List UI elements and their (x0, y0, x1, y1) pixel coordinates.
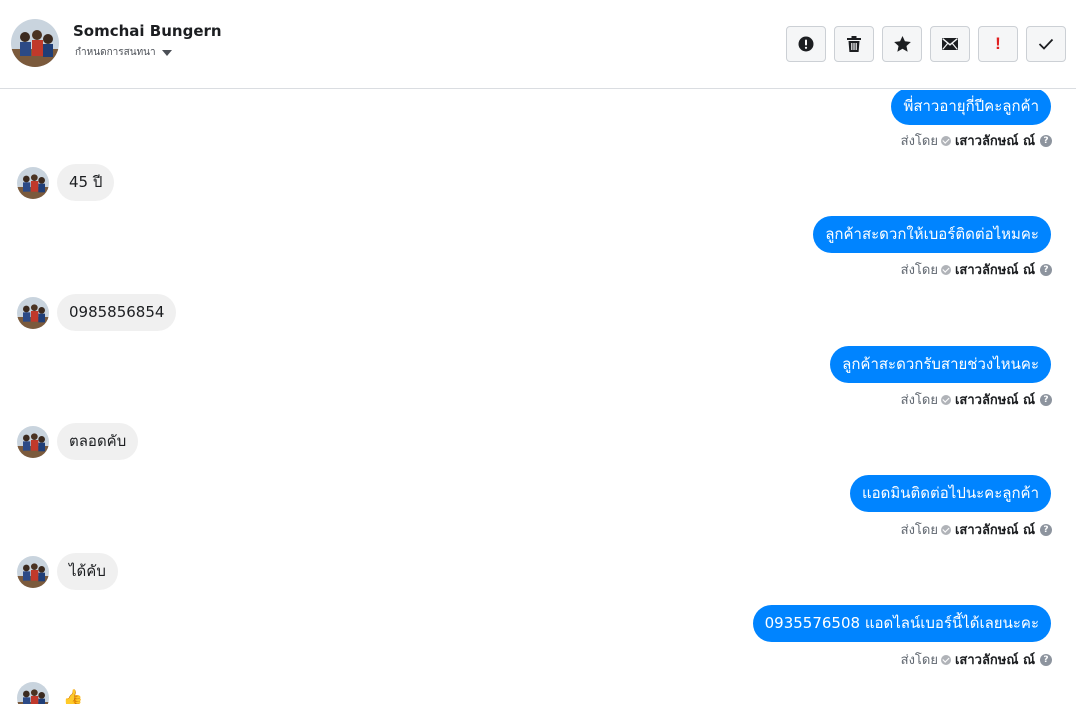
thumbs-up-icon[interactable]: 👍 (63, 688, 83, 704)
message-thread[interactable]: พี่สาวอายุกี่ปีคะลูกค้า ส่งโดย เสาวลักษณ… (0, 90, 1076, 704)
incoming-message[interactable]: 0985856854 (57, 294, 177, 331)
follow-up-button[interactable]: ! (978, 26, 1018, 62)
verified-icon (940, 135, 951, 146)
exclamation-icon: ! (995, 34, 1001, 53)
outgoing-message[interactable]: พี่สาวอายุกี่ปีคะลูกค้า (891, 90, 1051, 125)
contact-avatar[interactable] (17, 296, 49, 329)
incoming-message[interactable]: 45 ปี (57, 164, 115, 201)
mark-done-button[interactable] (1026, 26, 1066, 62)
sent-by-meta: ส่งโดย เสาวลักษณ์ ณ์ ? (901, 389, 1052, 410)
agent-name: เสาวลักษณ์ ณ์ (954, 134, 1035, 149)
sent-by-label: ส่งโดย (900, 523, 938, 538)
star-button[interactable] (882, 26, 922, 62)
incoming-message[interactable]: ได้คับ (57, 553, 118, 590)
conversation-toolbar: ! (786, 26, 1066, 62)
agent-name: เสาวลักษณ์ ณ์ (954, 263, 1035, 278)
help-icon[interactable]: ? (1040, 523, 1052, 536)
conversation-header: Somchai Bungern กำหนดการสนทนา ! (0, 0, 1076, 89)
sent-by-label: ส่งโดย (900, 653, 938, 668)
agent-name: เสาวลักษณ์ ณ์ (954, 653, 1035, 668)
contact-avatar[interactable] (17, 555, 49, 588)
sent-by-meta: ส่งโดย เสาวลักษณ์ ณ์ ? (901, 519, 1052, 540)
help-icon[interactable]: ? (1040, 263, 1052, 276)
sent-by-meta: ส่งโดย เสาวลักษณ์ ณ์ ? (901, 130, 1052, 151)
outgoing-message[interactable]: 0935576508 แอดไลน์เบอร์นี้ได้เลยนะคะ (752, 605, 1051, 642)
help-icon[interactable]: ? (1040, 393, 1052, 406)
mark-unread-button[interactable] (930, 26, 970, 62)
sent-by-label: ส่งโดย (900, 134, 938, 149)
incoming-message-row: 👍 (17, 682, 83, 704)
delete-button[interactable] (834, 26, 874, 62)
contact-avatar[interactable] (17, 166, 49, 199)
contact-avatar[interactable] (11, 19, 59, 67)
contact-avatar[interactable] (17, 682, 49, 704)
outgoing-message[interactable]: แอดมินติดต่อไปนะคะลูกค้า (850, 475, 1051, 512)
assign-conversation-dropdown[interactable]: กำหนดการสนทนา (75, 45, 172, 60)
trash-icon (847, 36, 861, 52)
verified-icon (940, 264, 951, 275)
agent-name: เสาวลักษณ์ ณ์ (954, 523, 1035, 538)
contact-name[interactable]: Somchai Bungern (73, 22, 222, 40)
outgoing-message[interactable]: ลูกค้าสะดวกรับสายช่วงไหนคะ (830, 346, 1051, 383)
sent-by-meta: ส่งโดย เสาวลักษณ์ ณ์ ? (901, 649, 1052, 670)
verified-icon (940, 654, 951, 665)
incoming-message[interactable]: ตลอดคับ (57, 423, 139, 460)
envelope-icon (942, 38, 958, 50)
incoming-message-row: ได้คับ (17, 553, 118, 590)
incoming-message-row: ตลอดคับ (17, 423, 139, 460)
incoming-message-row: 45 ปี (17, 164, 115, 201)
verified-icon (940, 524, 951, 535)
help-icon[interactable]: ? (1040, 653, 1052, 666)
incoming-message-row: 0985856854 (17, 294, 177, 331)
report-spam-button[interactable] (786, 26, 826, 62)
outgoing-message[interactable]: ลูกค้าสะดวกให้เบอร์ติดต่อไหมคะ (813, 216, 1051, 253)
star-icon (893, 36, 911, 52)
sent-by-label: ส่งโดย (900, 393, 938, 408)
assign-conversation-label: กำหนดการสนทนา (75, 47, 156, 58)
caret-down-icon (161, 50, 172, 56)
contact-avatar[interactable] (17, 425, 49, 458)
agent-name: เสาวลักษณ์ ณ์ (954, 393, 1035, 408)
alert-circle-icon (798, 36, 814, 52)
sent-by-meta: ส่งโดย เสาวลักษณ์ ณ์ ? (901, 259, 1052, 280)
help-icon[interactable]: ? (1040, 134, 1052, 147)
checkmark-icon (1038, 38, 1054, 50)
sent-by-label: ส่งโดย (900, 263, 938, 278)
verified-icon (940, 394, 951, 405)
